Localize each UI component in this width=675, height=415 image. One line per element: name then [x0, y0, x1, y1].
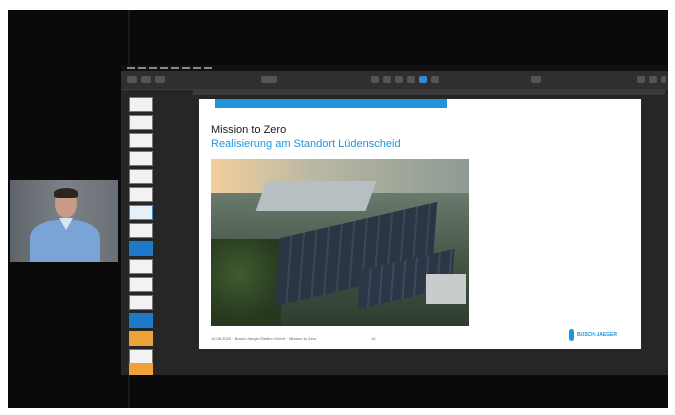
slide-page-number: 10	[371, 336, 376, 341]
webcam-video-tile[interactable]	[10, 180, 118, 262]
slide-navigator	[125, 91, 155, 375]
presenter-hair	[54, 188, 78, 198]
slide-thumbnail[interactable]	[129, 349, 153, 364]
toolbar-add-slide-button[interactable]	[155, 76, 165, 83]
ruler	[193, 89, 665, 95]
busch-jaeger-logo-mark	[569, 329, 574, 341]
slide-thumbnail[interactable]	[129, 187, 153, 202]
toolbar-chart-button[interactable]	[383, 76, 391, 83]
toolbar	[121, 71, 668, 90]
slide-subtitle: Realisierung am Standort Lüdenscheid	[211, 138, 401, 150]
slide-thumbnail[interactable]	[129, 97, 153, 112]
toolbar-comment-button[interactable]	[431, 76, 439, 83]
slide-aerial-photo	[211, 159, 469, 326]
toolbar-play-button[interactable]	[261, 76, 277, 83]
slide-thumbnail[interactable]	[129, 241, 153, 256]
toolbar-zoom-button[interactable]	[141, 76, 151, 83]
slide-thumbnail[interactable]	[129, 363, 153, 375]
photo-building	[426, 274, 466, 304]
menu-items[interactable]	[127, 66, 212, 70]
slide-title: Mission to Zero	[211, 124, 287, 136]
busch-jaeger-logo: BUSCH-JAEGER	[569, 329, 617, 341]
video-call-frame: Mission to Zero Realisierung am Standort…	[8, 10, 668, 408]
toolbar-document-button[interactable]	[661, 76, 666, 83]
toolbar-media-button[interactable]	[419, 76, 427, 83]
slide-thumbnail[interactable]	[129, 277, 153, 292]
slide-thumbnail[interactable]	[129, 169, 153, 184]
toolbar-animate-button[interactable]	[649, 76, 657, 83]
toolbar-collaborate-button[interactable]	[531, 76, 541, 83]
slide-thumbnail[interactable]	[129, 133, 153, 148]
toolbar-text-button[interactable]	[395, 76, 403, 83]
shared-screen-presentation-app: Mission to Zero Realisierung am Standort…	[121, 65, 668, 375]
photo-building	[255, 181, 377, 211]
slide-thumbnail[interactable]	[129, 331, 153, 346]
slide-thumbnail[interactable]	[129, 259, 153, 274]
toolbar-view-button[interactable]	[127, 76, 137, 83]
toolbar-shape-button[interactable]	[407, 76, 415, 83]
busch-jaeger-logo-text: BUSCH-JAEGER	[577, 332, 618, 338]
slide-canvas[interactable]: Mission to Zero Realisierung am Standort…	[199, 99, 641, 349]
slide-thumbnail[interactable]	[129, 223, 153, 238]
slide-accent-bar	[215, 99, 447, 108]
slide-thumbnail[interactable]	[129, 295, 153, 310]
slide-thumbnail[interactable]	[129, 151, 153, 166]
toolbar-format-button[interactable]	[637, 76, 645, 83]
slide-footer-text: 10.06.2020 · Busch-Jaeger Elektro GmbH ·…	[211, 336, 317, 341]
slide-thumbnail[interactable]	[129, 313, 153, 328]
toolbar-table-button[interactable]	[371, 76, 379, 83]
photo-trees	[211, 239, 281, 326]
slide-thumbnail[interactable]	[129, 115, 153, 130]
slide-thumbnail-current[interactable]	[129, 205, 153, 220]
